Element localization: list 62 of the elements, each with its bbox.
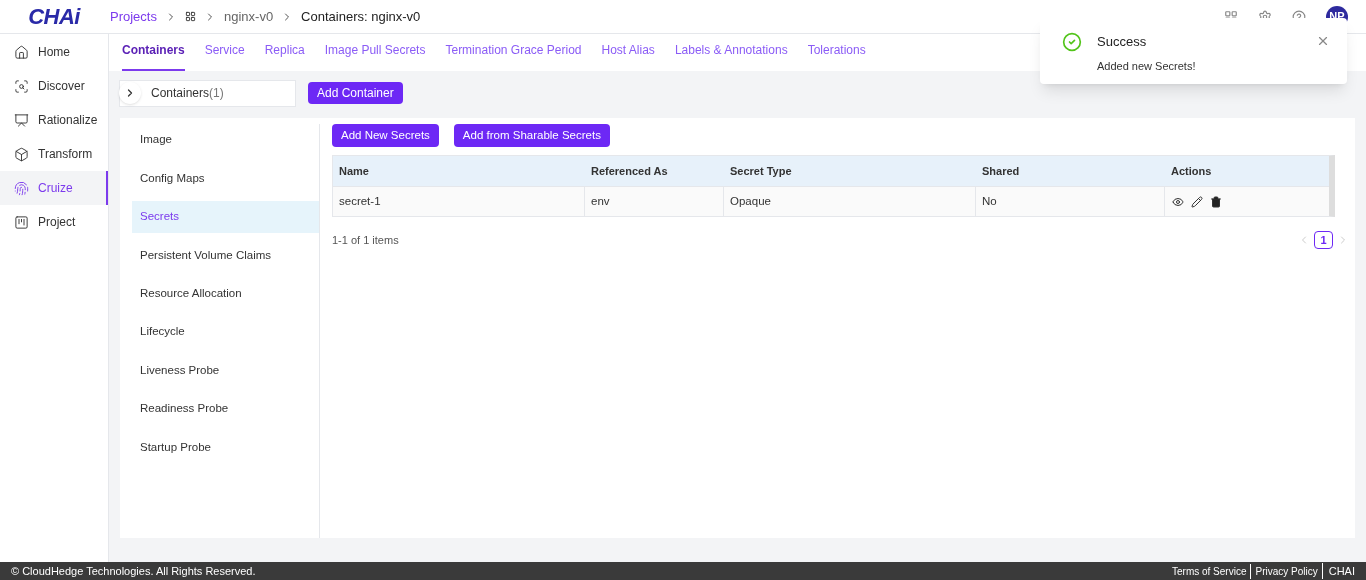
tab[interactable]: Termination Grace Period	[445, 41, 582, 71]
action-button[interactable]: Add New Secrets	[332, 124, 439, 147]
success-icon	[1062, 32, 1082, 52]
pagination-summary: 1-1 of 1 items	[332, 232, 399, 248]
table-cell: No	[976, 187, 1165, 216]
tab[interactable]: Labels & Annotations	[674, 41, 788, 71]
easel-icon	[14, 112, 29, 128]
cube-icon	[14, 146, 29, 162]
sidebar-item[interactable]: Cruize	[0, 171, 108, 205]
table-cell: secret-1	[333, 187, 585, 216]
column-header: Secret Type	[729, 163, 793, 179]
section-item[interactable]: Persistent Volume Claims	[132, 239, 319, 272]
column-header: Shared	[981, 163, 1021, 179]
section-item[interactable]: Readiness Probe	[132, 392, 319, 425]
breadcrumb-item[interactable]: nginx-v0	[223, 6, 274, 27]
column-header: Name	[338, 163, 370, 179]
section-item[interactable]: Startup Probe	[132, 431, 319, 464]
column-header: Actions	[1170, 163, 1213, 179]
sidebar-item[interactable]: Transform	[0, 137, 108, 171]
edit-icon[interactable]	[1191, 195, 1203, 208]
tab[interactable]: Image Pull Secrets	[324, 41, 426, 71]
home-icon	[14, 44, 29, 60]
expand-button[interactable]	[119, 82, 141, 104]
close-icon[interactable]	[1316, 34, 1330, 48]
footer-link[interactable]: Privacy Policy	[1250, 563, 1322, 579]
section-item[interactable]: Image	[132, 124, 319, 156]
footer-link[interactable]: Terms of Service	[1168, 563, 1251, 579]
sidebar-item[interactable]: Discover	[0, 69, 108, 103]
sidebar-item[interactable]: Home	[0, 35, 108, 69]
sidebar-item[interactable]: Project	[0, 205, 108, 239]
tab[interactable]: Containers	[122, 41, 185, 71]
tab[interactable]: Tolerations	[807, 41, 866, 71]
section-item[interactable]: Secrets	[132, 200, 319, 233]
view-icon[interactable]	[1172, 195, 1184, 208]
table-cell: Opaque	[724, 187, 976, 216]
toast-message: Added new Secrets!	[1097, 58, 1196, 74]
container-selector[interactable]: Containers(1)	[119, 79, 296, 107]
section-item[interactable]: Config Maps	[132, 162, 319, 195]
footer-link[interactable]: CHAI	[1321, 562, 1355, 580]
grid-icon[interactable]	[184, 11, 196, 22]
column-header: Referenced As	[590, 163, 669, 179]
sidebar-item[interactable]: Rationalize	[0, 103, 108, 137]
toast-title: Success	[1097, 33, 1148, 51]
section-item[interactable]: Resource Allocation	[132, 277, 319, 310]
board-icon	[14, 214, 29, 230]
section-item[interactable]: Liveness Probe	[132, 354, 319, 387]
breadcrumb-item: Containers: nginx-v0	[301, 7, 421, 26]
add-container-button[interactable]: Add Container	[308, 82, 403, 104]
logo: CHAi	[28, 3, 80, 31]
copyright: © CloudHedge Technologies. All Rights Reserved.	[11, 563, 256, 579]
page-number[interactable]: 1	[1314, 231, 1333, 249]
tab[interactable]: Service	[204, 41, 245, 71]
table-cell: env	[585, 187, 724, 216]
magnifier-icon	[14, 78, 29, 94]
section-item[interactable]: Lifecycle	[132, 315, 319, 348]
selector-label: Containers(1)	[151, 85, 224, 102]
delete-icon[interactable]	[1210, 195, 1222, 208]
breadcrumb-item[interactable]: Projects	[110, 6, 157, 27]
tab[interactable]: Replica	[264, 41, 305, 71]
fingerprint-icon	[14, 180, 29, 196]
action-button[interactable]: Add from Sharable Secrets	[453, 124, 610, 147]
tab[interactable]: Host Alias	[601, 41, 655, 71]
